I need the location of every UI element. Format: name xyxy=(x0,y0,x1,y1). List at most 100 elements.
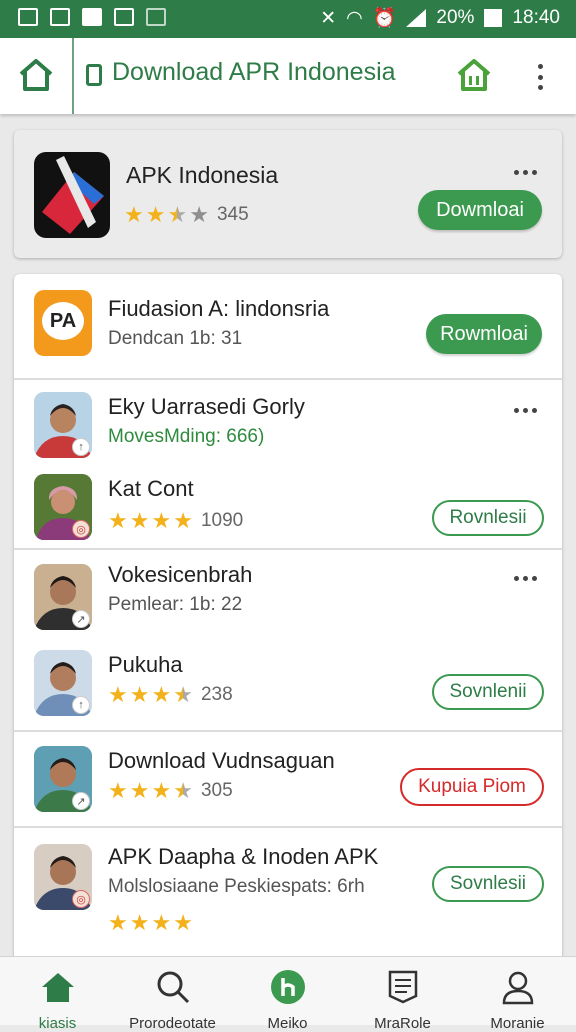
nav-brand[interactable]: Meiko xyxy=(230,957,345,1032)
app-bar: Download APR Indonesia xyxy=(0,38,576,114)
download-button[interactable]: Rowmloai xyxy=(426,314,542,354)
star-icon: ★ xyxy=(129,508,150,533)
list-icon xyxy=(388,970,418,1004)
app-name: Vokesicenbrah xyxy=(108,562,253,587)
lock-icon xyxy=(86,63,102,86)
app-name: Eky Uarrasedi Gorly xyxy=(108,394,305,419)
avatar: ↑ xyxy=(34,392,92,458)
badge-icon: ◎ xyxy=(72,520,90,538)
nav-home[interactable]: kiasis xyxy=(0,957,115,1032)
bottom-navigation: kiasis Prorodeotate Meiko MraRole Morani… xyxy=(0,956,576,1032)
app-name: Pukuha xyxy=(108,652,183,677)
star-icon: ★ xyxy=(108,682,128,707)
featured-download-button[interactable]: Dowmloai xyxy=(418,190,542,230)
featured-app-name: APK Indonesia xyxy=(126,162,279,188)
star-icon: ★ xyxy=(173,910,193,935)
home-button[interactable] xyxy=(18,58,54,92)
mute-icon: ✕ xyxy=(320,7,337,29)
list-item[interactable]: ↑ Pukuha ★ ★ ★ ★ 238 Sovnlenii xyxy=(14,636,562,730)
star-icon: ★ xyxy=(129,778,150,803)
download-button[interactable]: Kupuia Piom xyxy=(400,768,544,806)
more-button[interactable] xyxy=(514,576,537,581)
nav-list[interactable]: MraRole xyxy=(345,957,460,1032)
status-bar: ✕ ◠ ⏰ 20% 18:40 xyxy=(0,0,576,38)
app-name: APK Daapha & Inoden APK xyxy=(108,844,379,869)
avatar: ◎ xyxy=(34,474,92,540)
search-icon xyxy=(157,971,190,1004)
badge-icon: ↑ xyxy=(72,438,90,456)
list-item[interactable]: PA Fiudasion A: lindonsria Dendcan 1b: 3… xyxy=(14,274,562,378)
app-meta: Dendcan 1b: 31 xyxy=(108,328,243,349)
home-icon xyxy=(42,973,74,1002)
page-title: Download APR Indonesia xyxy=(112,58,396,86)
clock: 18:40 xyxy=(512,7,560,28)
store-notification-icon xyxy=(146,8,166,26)
app-meta: Molslosiaane Peskiespats: 6rh xyxy=(108,876,365,897)
featured-rating: ★ ★ ★ ★ 345 xyxy=(124,204,249,226)
image-notification-icon xyxy=(50,8,70,26)
star-icon: ★ xyxy=(108,778,128,803)
rating-count: 305 xyxy=(200,780,233,801)
download-button[interactable]: Rovnlesii xyxy=(432,500,544,536)
star-icon: ★ xyxy=(108,508,128,533)
notification-icons xyxy=(18,8,166,26)
badge-icon: ↑ xyxy=(72,696,90,714)
rating: ★ ★ ★ ★ 238 xyxy=(108,684,233,706)
profile-icon xyxy=(502,971,534,1005)
store-home-icon xyxy=(457,59,491,91)
star-icon: ★ xyxy=(129,682,150,707)
app-name: Kat Cont xyxy=(108,476,194,501)
star-icon: ★ xyxy=(151,910,172,935)
star-icon: ★ xyxy=(151,778,172,803)
star-icon: ★ xyxy=(124,202,144,227)
star-icon: ★ xyxy=(173,508,193,533)
featured-app-icon xyxy=(34,152,110,238)
overflow-menu-button[interactable] xyxy=(530,64,550,90)
nav-profile[interactable]: Moranie xyxy=(460,957,575,1032)
star-icon: ★ xyxy=(145,202,166,227)
badge-icon: ↗ xyxy=(72,610,90,628)
star-icon: ★ xyxy=(151,682,172,707)
list-item[interactable]: ◎ Kat Cont ★ ★ ★ ★ 1090 Rovnlesii xyxy=(14,468,562,548)
featured-more-button[interactable] xyxy=(514,170,537,175)
battery-percent: 20% xyxy=(436,7,475,28)
download-button[interactable]: Sovnlenii xyxy=(432,674,544,710)
avatar: ↑ xyxy=(34,650,92,716)
app-name: Fiudasion A: lindonsria xyxy=(108,296,330,321)
avatar: ◎ xyxy=(34,844,92,910)
app-name: Download Vudnsaguan xyxy=(108,748,335,773)
battery-icon xyxy=(484,9,503,27)
star-icon: ★ xyxy=(167,202,188,227)
square-notification-icon xyxy=(82,8,102,26)
list-item[interactable]: ◎ APK Daapha & Inoden APK Molslosiaane P… xyxy=(14,828,562,964)
more-button[interactable] xyxy=(514,408,537,413)
brand-icon xyxy=(271,970,305,1004)
star-icon: ★ xyxy=(173,778,193,803)
avatar: ↗ xyxy=(34,564,92,630)
list-item[interactable]: ↗ Download Vudnsaguan ★ ★ ★ ★ 305 Kupuia Pio… xyxy=(14,732,562,826)
star-icon: ★ xyxy=(189,202,209,227)
download-button[interactable]: Sovnlesii xyxy=(432,866,544,902)
photo-notification-icon xyxy=(18,8,38,26)
divider xyxy=(72,38,74,114)
pa-app-icon: PA xyxy=(34,290,92,356)
signal-icon xyxy=(406,9,427,27)
nav-search[interactable]: Prorodeotate xyxy=(115,957,230,1032)
star-icon: ★ xyxy=(129,910,150,935)
alarm-icon: ⏰ xyxy=(372,8,397,29)
rating-count: 345 xyxy=(216,204,249,225)
app-list: PA Fiudasion A: lindonsria Dendcan 1b: 3… xyxy=(14,274,562,964)
badge-icon: ◎ xyxy=(72,890,90,908)
wifi-icon: ◠ xyxy=(346,7,363,29)
star-icon: ★ xyxy=(173,682,193,707)
app-notification-icon xyxy=(114,8,134,26)
rating: ★ ★ ★ ★ 1090 xyxy=(108,510,243,532)
list-item[interactable]: ↗ Vokesicenbrah Pemlear: 1b: 22 xyxy=(14,550,562,636)
list-item[interactable]: ↑ Eky Uarrasedi Gorly MovesMding: 666) xyxy=(14,380,562,468)
rating-count: 238 xyxy=(200,684,233,705)
store-button[interactable] xyxy=(456,58,492,92)
app-meta: Pemlear: 1b: 22 xyxy=(108,594,243,615)
featured-app-card[interactable]: APK Indonesia ★ ★ ★ ★ 345 Dowmloai xyxy=(14,130,562,258)
badge-icon: ↗ xyxy=(72,792,90,810)
star-icon: ★ xyxy=(151,508,172,533)
